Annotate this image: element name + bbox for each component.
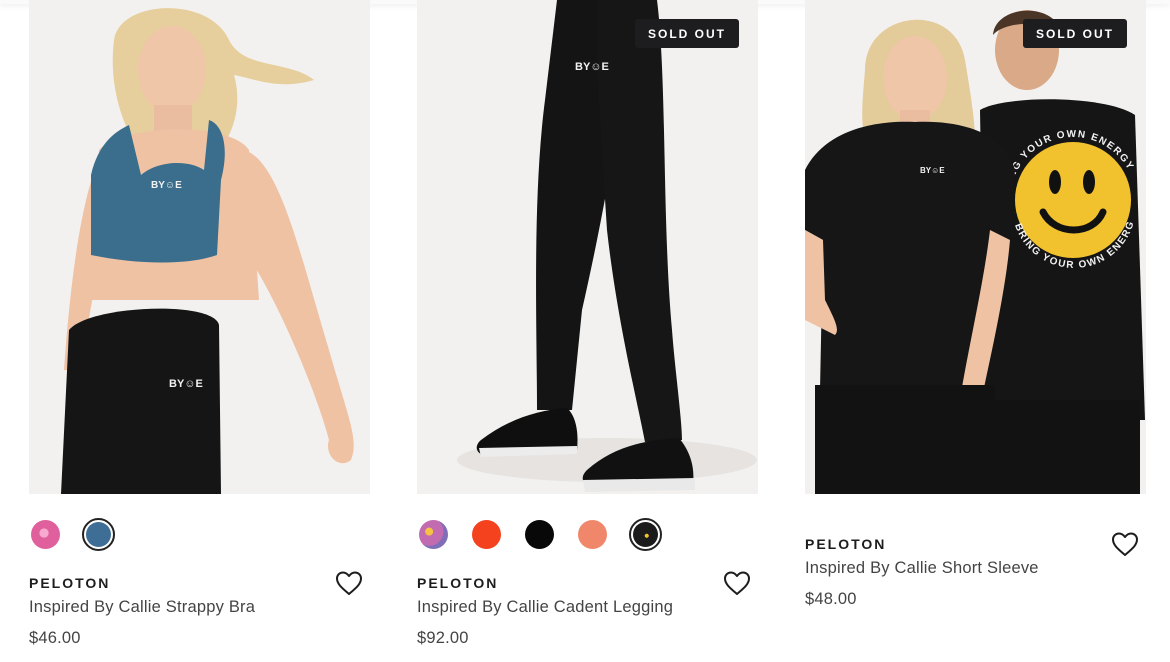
swatch-blue-selected[interactable]: [82, 517, 115, 551]
product-price: $46.00: [29, 629, 81, 647]
sold-out-badge: SOLD OUT: [635, 19, 739, 48]
product-card-short-sleeve[interactable]: BRING YOUR OWN ENERGY BRING YOUR OWN ENE…: [805, 0, 1146, 608]
product-photo-bra-model: BY☺E BY☺E: [61, 8, 354, 494]
bra-logo-print: BY☺E: [151, 180, 182, 191]
product-name[interactable]: Inspired By Callie Cadent Legging: [417, 598, 673, 617]
product-photo-tee-models: BRING YOUR OWN ENERGY BRING YOUR OWN ENE…: [805, 0, 1145, 494]
legging-logo-print: BY☺E: [575, 61, 609, 73]
heart-outline-icon[interactable]: [335, 570, 363, 596]
product-card-cadent-legging[interactable]: BY☺E SOLD OUT PELOTON Inspired By Callie…: [417, 0, 758, 647]
product-card-strappy-bra[interactable]: BY☺E BY☺E PELOTON Inspired By Callie Str…: [29, 0, 370, 647]
color-swatches: [417, 514, 662, 554]
product-price: $92.00: [417, 629, 469, 647]
heart-outline-icon[interactable]: [723, 570, 751, 596]
product-brand: PELOTON: [805, 536, 887, 552]
product-name[interactable]: Inspired By Callie Short Sleeve: [805, 559, 1039, 578]
product-brand: PELOTON: [417, 575, 499, 591]
swatch-floral[interactable]: [417, 518, 450, 551]
legging-logo-print: BY☺E: [169, 378, 203, 390]
color-swatches: [29, 514, 115, 554]
product-brand: PELOTON: [29, 575, 111, 591]
sold-out-badge: SOLD OUT: [1023, 19, 1127, 48]
swatch-red[interactable]: [470, 518, 503, 551]
swatch-coral[interactable]: [576, 518, 609, 551]
product-name[interactable]: Inspired By Callie Strappy Bra: [29, 598, 255, 617]
product-image[interactable]: BY☺E SOLD OUT: [417, 0, 758, 494]
swatch-pink-print[interactable]: [29, 518, 62, 551]
heart-outline-icon[interactable]: [1111, 531, 1139, 557]
swatch-black-print-selected[interactable]: [629, 517, 662, 551]
product-photo-legging-model: BY☺E: [457, 0, 757, 492]
tee-logo-print: BY☺E: [920, 166, 945, 175]
product-price: $48.00: [805, 590, 857, 608]
product-image[interactable]: BRING YOUR OWN ENERGY BRING YOUR OWN ENE…: [805, 0, 1146, 494]
swatch-black[interactable]: [523, 518, 556, 551]
product-image[interactable]: BY☺E BY☺E: [29, 0, 370, 494]
